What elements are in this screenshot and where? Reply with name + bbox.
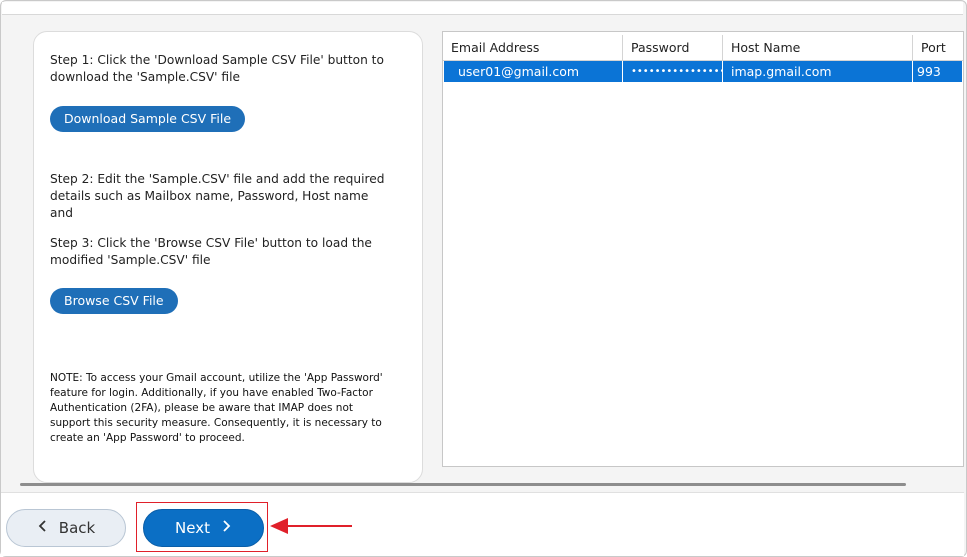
column-header-email[interactable]: Email Address	[443, 35, 623, 60]
gmail-note: NOTE: To access your Gmail account, util…	[50, 372, 383, 444]
highlight-box	[136, 502, 268, 552]
column-header-port[interactable]: Port	[913, 35, 963, 60]
table-row[interactable]: user01@gmail.com ••••••••••••••••... ima…	[444, 61, 962, 82]
cell-email: user01@gmail.com	[444, 61, 623, 82]
step-1-text: Step 1: Click the 'Download Sample CSV F…	[50, 53, 384, 84]
step-3-text: Step 3: Click the 'Browse CSV File' butt…	[50, 236, 372, 267]
column-header-host[interactable]: Host Name	[723, 35, 913, 60]
browse-csv-button[interactable]: Browse CSV File	[50, 288, 178, 314]
back-button[interactable]: Back	[6, 509, 126, 547]
red-arrow-icon	[268, 514, 354, 542]
column-header-password[interactable]: Password	[623, 35, 723, 60]
back-label: Back	[58, 519, 96, 537]
step-2-text: Step 2: Edit the 'Sample.CSV' file and a…	[50, 172, 385, 220]
download-sample-csv-button[interactable]: Download Sample CSV File	[50, 106, 246, 132]
top-strip	[2, 2, 963, 15]
instructions-panel: Step 1: Click the 'Download Sample CSV F…	[33, 31, 423, 483]
chevron-left-icon	[37, 519, 49, 537]
cell-password: ••••••••••••••••...	[623, 61, 723, 82]
grid-header: Email Address Password Host Name Port	[443, 35, 963, 61]
horizontal-scrollbar[interactable]	[20, 483, 906, 486]
accounts-grid: Email Address Password Host Name Port us…	[442, 31, 964, 467]
cell-host: imap.gmail.com	[723, 61, 913, 82]
cell-port: 993	[917, 64, 941, 79]
